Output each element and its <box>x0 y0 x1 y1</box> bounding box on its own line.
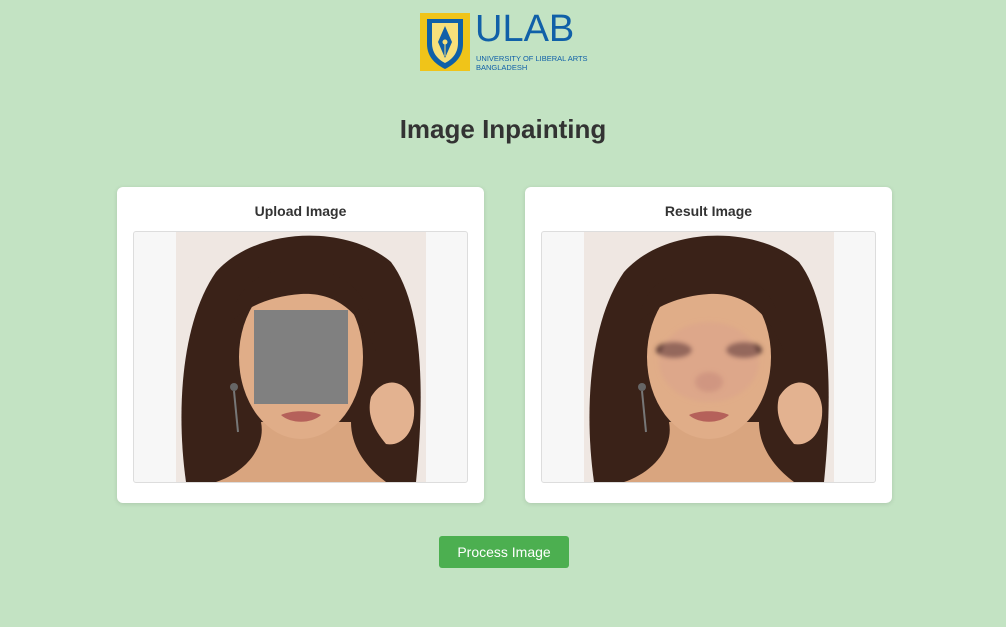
ulab-logo: ULAB UNIVERSITY OF LIBERAL ARTS BANGLADE… <box>419 8 591 76</box>
inpaint-mask-region <box>254 310 348 404</box>
brand-name: ULAB <box>475 8 575 50</box>
process-image-button[interactable]: Process Image <box>439 536 569 568</box>
result-image <box>584 232 834 482</box>
pen-nib-shield-emblem-icon <box>420 13 470 71</box>
page-title: Image Inpainting <box>399 114 607 144</box>
result-card: Result Image <box>525 187 892 503</box>
result-image-container <box>541 231 876 483</box>
upload-card: Upload Image <box>117 187 484 503</box>
result-card-title: Result Image <box>664 203 753 219</box>
upload-card-title: Upload Image <box>254 203 347 219</box>
portrait-result-illustration <box>584 232 834 482</box>
brand-subtitle: UNIVERSITY OF LIBERAL ARTS BANGLADESH <box>476 54 588 72</box>
uploaded-image <box>176 232 426 482</box>
brand-subtitle-line2: BANGLADESH <box>476 62 528 72</box>
upload-image-dropzone[interactable] <box>133 231 468 483</box>
